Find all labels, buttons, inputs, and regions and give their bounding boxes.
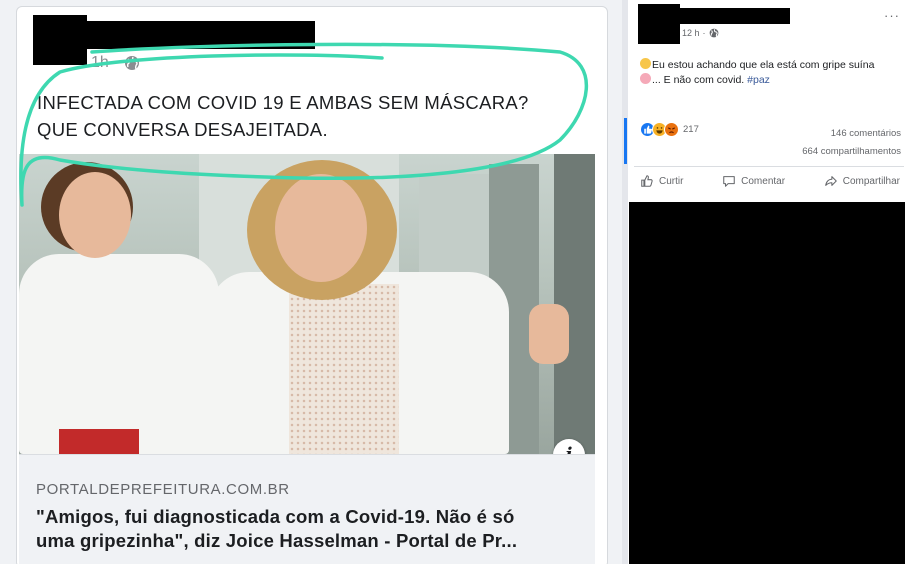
pig-emoji-icon	[640, 73, 651, 84]
right-person-face	[275, 174, 367, 282]
shares-count[interactable]: 664 compartilhamentos	[802, 143, 901, 161]
redacted-avatar	[33, 15, 87, 65]
globe-icon	[709, 28, 718, 38]
redacted-name	[81, 21, 315, 49]
actions-divider	[634, 166, 904, 167]
redacted-name	[662, 8, 790, 24]
thumbs-up-icon	[641, 175, 653, 187]
engagement-stats: 146 comentários 664 compartilhamentos	[802, 125, 901, 161]
shared-headline: INFECTADA COM COVID 19 E AMBAS SEM MÁSCA…	[37, 89, 597, 143]
post-actions-bar: Curtir Comentar Compartilhar	[634, 170, 906, 192]
share-label: Compartilhar	[842, 175, 900, 187]
like-button[interactable]: Curtir	[634, 170, 689, 192]
link-preview[interactable]: PORTALDEPREFEITURA.COM.BR "Amigos, fui d…	[19, 454, 595, 564]
headline-line-2: QUE CONVERSA DESAJEITADA.	[37, 119, 328, 140]
shared-post-screenshot: 1h · INFECTADA COM COVID 19 E AMBAS SEM …	[0, 0, 622, 564]
facebook-post: 12 h · ··· Eu estou achando que ela está…	[622, 0, 914, 564]
redacted-comments-area	[629, 202, 905, 564]
globe-icon	[125, 56, 140, 70]
post-time[interactable]: 12 h	[682, 28, 700, 38]
comment-icon	[723, 176, 735, 187]
reactions-summary[interactable]: 217	[640, 122, 699, 137]
post-caption: Eu estou achando que ela está com gripe …	[640, 58, 904, 88]
caption-text-1: Eu estou achando que ela está com gripe …	[652, 59, 875, 71]
share-button[interactable]: Compartilhar	[818, 170, 906, 192]
comment-button[interactable]: Comentar	[716, 170, 791, 192]
link-title-line-2: uma gripezinha", diz Joice Hasselman - P…	[36, 530, 518, 551]
hashtag-link[interactable]: #paz	[747, 74, 770, 86]
inner-post-card: 1h · INFECTADA COM COVID 19 E AMBAS SEM …	[16, 6, 608, 564]
link-domain: PORTALDEPREFEITURA.COM.BR	[36, 481, 290, 498]
inner-post-meta: 1h ·	[91, 54, 140, 72]
left-person-face	[59, 172, 131, 258]
peace-hand	[529, 304, 569, 364]
like-label: Curtir	[659, 175, 684, 187]
headline-line-1: INFECTADA COM COVID 19 E AMBAS SEM MÁSCA…	[37, 92, 529, 113]
inner-post-time: 1h	[91, 54, 109, 71]
more-options-icon[interactable]: ···	[884, 8, 900, 23]
left-person-coat	[19, 254, 219, 454]
selection-accent-bar	[624, 118, 627, 164]
link-title: "Amigos, fui diagnosticada com a Covid-1…	[36, 505, 586, 553]
reactions-count: 217	[683, 124, 699, 135]
news-photo[interactable]	[19, 154, 595, 454]
comment-label: Comentar	[741, 175, 786, 187]
comments-count[interactable]: 146 comentários	[802, 125, 901, 143]
caption-text-2: ... E não com covid.	[652, 74, 748, 86]
angry-reaction-icon	[664, 122, 679, 137]
link-title-line-1: "Amigos, fui diagnosticada com a Covid-1…	[36, 506, 515, 527]
share-arrow-icon	[824, 176, 837, 186]
post-meta: 12 h ·	[682, 28, 719, 38]
panel-divider	[622, 0, 628, 564]
smiling-emoji-icon	[640, 58, 651, 69]
